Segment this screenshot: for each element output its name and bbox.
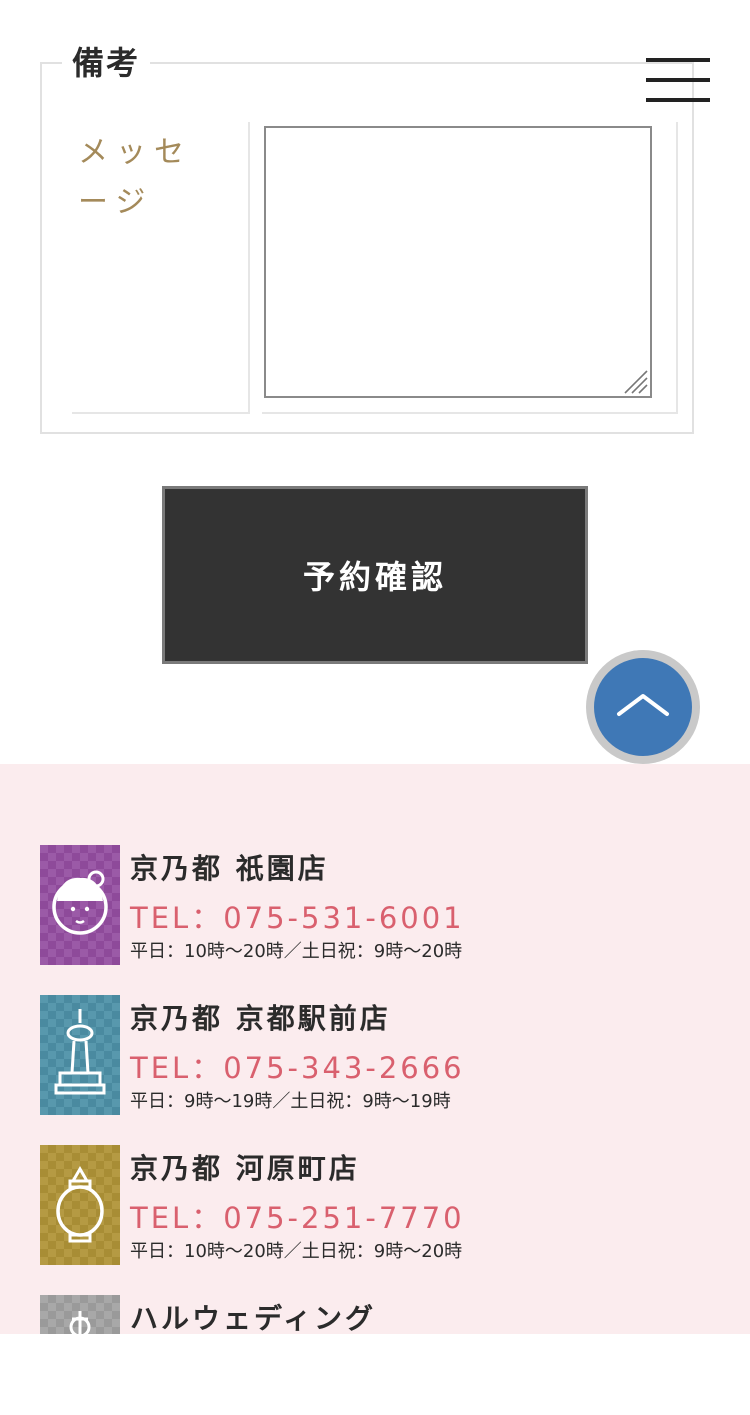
store-tel-link[interactable]: TEL：075-531-6001: [130, 895, 465, 937]
store-list-footer: 京乃都 祇園店 TEL：075-531-6001 平日：10時〜20時／土日祝：…: [0, 764, 750, 1335]
message-label-cell: メッセージ: [72, 122, 250, 414]
remarks-legend: 備考: [62, 38, 151, 84]
store-item-haru-wedding: ハルウェディング: [40, 1295, 720, 1415]
store-tel-link[interactable]: TEL：075-343-2666: [130, 1045, 465, 1087]
chevron-up-icon: [617, 694, 669, 716]
store-name: 京乃都 祇園店: [130, 852, 329, 885]
back-to-top-button[interactable]: [586, 650, 700, 764]
kyoto-tower-icon: [40, 995, 120, 1115]
store-hours: 平日：9時〜19時／土日祝：9時〜19時: [130, 1091, 451, 1112]
store-name: 京乃都 京都駅前店: [130, 1002, 391, 1035]
maiko-face-icon: [40, 845, 120, 965]
lantern-icon: [40, 1145, 120, 1265]
store-tel-link[interactable]: TEL：075-251-7770: [130, 1195, 465, 1237]
store-name: 京乃都 河原町店: [130, 1152, 360, 1185]
message-label: メッセージ: [78, 135, 192, 220]
store-item-gion: 京乃都 祇園店 TEL：075-531-6001 平日：10時〜20時／土日祝：…: [40, 845, 720, 965]
message-row: メッセージ: [72, 122, 678, 414]
store-hours: 平日：10時〜20時／土日祝：9時〜20時: [130, 941, 463, 962]
store-item-kawaramachi: 京乃都 河原町店 TEL：075-251-7770 平日：10時〜20時／土日祝…: [40, 1145, 720, 1265]
chapel-cross-icon: [40, 1295, 120, 1334]
resize-grip-icon[interactable]: [622, 368, 648, 394]
hamburger-menu-icon[interactable]: [646, 58, 710, 106]
message-textarea[interactable]: [264, 126, 652, 398]
store-hours: 平日：10時〜20時／土日祝：9時〜20時: [130, 1241, 463, 1262]
message-input-cell: [262, 122, 678, 414]
confirm-reservation-button[interactable]: 予約確認: [162, 486, 588, 664]
store-name: ハルウェディング: [130, 1302, 377, 1335]
store-item-kyoto-station: 京乃都 京都駅前店 TEL：075-343-2666 平日：9時〜19時／土日祝…: [40, 995, 720, 1115]
